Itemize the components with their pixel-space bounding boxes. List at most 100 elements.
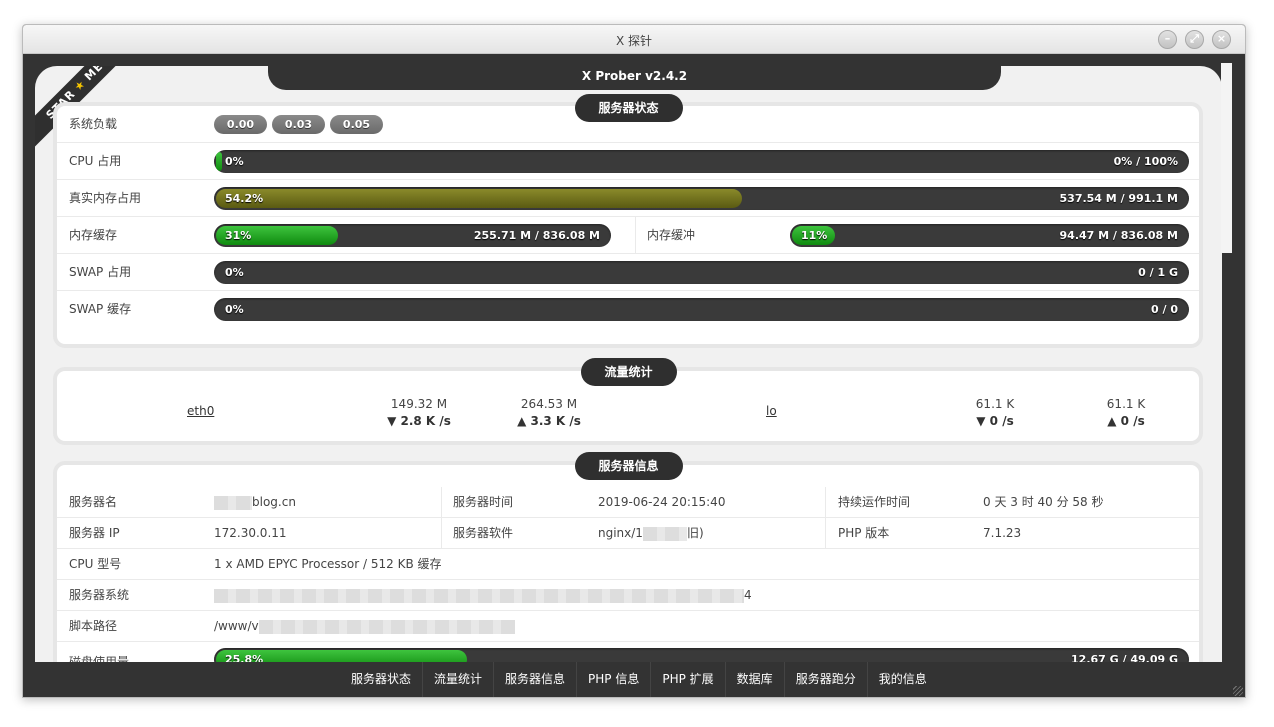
close-icon[interactable]: × bbox=[1212, 30, 1231, 49]
mem-real-bar: 54.2% 537.54 M / 991.1 M bbox=[214, 187, 1189, 210]
app-title: X Prober v2.4.2 bbox=[268, 66, 1001, 90]
redacted-block bbox=[214, 588, 744, 603]
mem-buffer-percent: 11% bbox=[801, 229, 828, 242]
nav-php-info[interactable]: PHP 信息 bbox=[577, 662, 652, 697]
swap-used-row: SWAP 占用 0% 0 / 1 G bbox=[57, 254, 1199, 291]
mem-real-value: 537.54 M / 991.1 M bbox=[1059, 192, 1178, 205]
mem-cache-bar: 31% 255.71 M / 836.08 M bbox=[214, 224, 611, 247]
server-ip-value: 172.30.0.11 bbox=[214, 526, 287, 540]
lo-rx-total: 61.1 K bbox=[975, 397, 1015, 411]
load-15min-badge: 0.05 bbox=[330, 115, 383, 134]
info-row-1: 服务器名 blog.cn 服务器时间 2019-06-24 20:15:40 持… bbox=[57, 487, 1199, 518]
info-row-2: 服务器 IP 172.30.0.11 服务器软件 nginx/1 旧) PHP 版… bbox=[57, 518, 1199, 549]
server-name-text: blog.cn bbox=[252, 495, 296, 509]
cpu-value: 0% / 100% bbox=[1113, 155, 1178, 168]
swap-used-value: 0 / 1 G bbox=[1138, 266, 1178, 279]
bottom-nav: 服务器状态 流量统计 服务器信息 PHP 信息 PHP 扩展 数据库 服务器跑分… bbox=[23, 662, 1245, 697]
mem-buffer-label: 内存缓冲 bbox=[647, 228, 696, 242]
window-title: X 探针 bbox=[615, 34, 653, 48]
nav-network[interactable]: 流量统计 bbox=[423, 662, 495, 697]
row-divider bbox=[635, 217, 636, 253]
title-bar[interactable]: X 探针 – ⤢ × bbox=[23, 25, 1245, 54]
redacted-block bbox=[214, 495, 252, 510]
server-time-label: 服务器时间 bbox=[453, 495, 514, 509]
eth0-link[interactable]: eth0 bbox=[187, 404, 214, 418]
server-software-value: nginx/1 旧) bbox=[598, 518, 704, 548]
nav-server-info[interactable]: 服务器信息 bbox=[494, 662, 578, 697]
server-status-card: 系统负载 0.00 0.03 0.05 CPU 占用 0% 0% / 100% … bbox=[53, 102, 1203, 348]
app-window: X 探针 – ⤢ × X Prober v2.4.2 STAR★ME 服务器状态… bbox=[22, 24, 1246, 698]
info-row-5: 脚本路径 /www/v bbox=[57, 611, 1199, 642]
cpu-row: CPU 占用 0% 0% / 100% bbox=[57, 143, 1199, 180]
mem-real-percent: 54.2% bbox=[225, 192, 264, 205]
ribbon-me-text: ME bbox=[82, 66, 106, 84]
disk-value: 12.67 G / 49.09 G bbox=[1071, 653, 1178, 662]
col-divider bbox=[441, 518, 442, 548]
lo-tx-total: 61.1 K bbox=[1106, 397, 1146, 411]
disk-percent: 25.8% bbox=[225, 653, 264, 662]
server-info-card: 服务器名 blog.cn 服务器时间 2019-06-24 20:15:40 持… bbox=[53, 461, 1203, 662]
uptime-value: 0 天 3 时 40 分 58 秒 bbox=[983, 495, 1104, 509]
col-divider bbox=[825, 518, 826, 548]
script-path-value: /www/v bbox=[214, 611, 515, 641]
mem-cache-percent: 31% bbox=[225, 229, 252, 242]
server-software-label: 服务器软件 bbox=[453, 526, 514, 540]
eth0-rx-rate: ▼ 2.8 K /s bbox=[387, 414, 451, 428]
cpu-model-label: CPU 型号 bbox=[69, 557, 122, 571]
nav-php-extensions[interactable]: PHP 扩展 bbox=[651, 662, 726, 697]
redacted-block bbox=[642, 526, 687, 541]
os-suffix: 4 bbox=[744, 588, 752, 602]
nav-benchmark[interactable]: 服务器跑分 bbox=[785, 662, 868, 697]
swap-cache-percent: 0% bbox=[225, 303, 244, 316]
server-software-suffix: 旧) bbox=[686, 526, 704, 540]
mem-cache-row: 内存缓存 31% 255.71 M / 836.08 M 内存缓冲 11% 94… bbox=[57, 217, 1199, 254]
server-info-title: 服务器信息 bbox=[574, 452, 683, 480]
script-path-prefix: /www/v bbox=[214, 619, 259, 633]
server-name-label: 服务器名 bbox=[69, 495, 118, 509]
server-time-value: 2019-06-24 20:15:40 bbox=[598, 495, 726, 509]
php-version-value: 7.1.23 bbox=[983, 526, 1022, 540]
resize-grip-icon[interactable] bbox=[1233, 686, 1243, 696]
col-divider bbox=[441, 487, 442, 517]
os-label: 服务器系统 bbox=[69, 588, 130, 602]
uptime-label: 持续运作时间 bbox=[838, 495, 911, 509]
nav-items: 服务器状态 流量统计 服务器信息 PHP 信息 PHP 扩展 数据库 服务器跑分… bbox=[340, 662, 938, 697]
server-ip-label: 服务器 IP bbox=[69, 526, 120, 540]
swap-used-label: SWAP 占用 bbox=[69, 265, 132, 279]
nav-database[interactable]: 数据库 bbox=[726, 662, 785, 697]
server-software-prefix: nginx/1 bbox=[598, 526, 643, 540]
mem-real-bar-fill bbox=[216, 189, 743, 208]
scrollbar[interactable] bbox=[1221, 63, 1232, 253]
os-value: 4 bbox=[214, 580, 752, 610]
eth0-rx-total: 149.32 M bbox=[390, 397, 448, 411]
load-label: 系统负载 bbox=[69, 117, 118, 131]
col-divider bbox=[825, 487, 826, 517]
eth0-tx-rate: ▲ 3.3 K /s bbox=[517, 414, 581, 428]
php-version-label: PHP 版本 bbox=[838, 526, 890, 540]
swap-cache-value: 0 / 0 bbox=[1151, 303, 1178, 316]
lo-rx-rate: ▼ 0 /s bbox=[976, 414, 1014, 428]
info-row-3: CPU 型号 1 x AMD EPYC Processor / 512 KB 缓… bbox=[57, 549, 1199, 580]
disk-row: 磁盘使用量 25.8% 12.67 G / 49.09 G bbox=[57, 642, 1199, 662]
load-1min-badge: 0.00 bbox=[214, 115, 267, 134]
mem-buffer-bar: 11% 94.47 M / 836.08 M bbox=[790, 224, 1189, 247]
mem-buffer-value: 94.47 M / 836.08 M bbox=[1059, 229, 1178, 242]
load-5min-badge: 0.03 bbox=[272, 115, 325, 134]
eth0-tx-total: 264.53 M bbox=[520, 397, 578, 411]
swap-used-percent: 0% bbox=[225, 266, 244, 279]
maximize-icon[interactable]: ⤢ bbox=[1185, 30, 1204, 49]
star-icon: ★ bbox=[71, 76, 89, 94]
server-status-title: 服务器状态 bbox=[574, 94, 683, 122]
minimize-icon[interactable]: – bbox=[1158, 30, 1177, 49]
cpu-percent: 0% bbox=[225, 155, 244, 168]
mem-real-label: 真实内存占用 bbox=[69, 191, 142, 205]
cpu-bar: 0% 0% / 100% bbox=[214, 150, 1189, 173]
nav-server-status[interactable]: 服务器状态 bbox=[340, 662, 424, 697]
network-title: 流量统计 bbox=[580, 358, 677, 386]
nav-my-info[interactable]: 我的信息 bbox=[868, 662, 938, 697]
cpu-bar-fill bbox=[216, 152, 222, 171]
swap-cache-row: SWAP 缓存 0% 0 / 0 bbox=[57, 291, 1199, 328]
lo-link[interactable]: lo bbox=[766, 404, 777, 418]
mem-cache-label: 内存缓存 bbox=[69, 228, 118, 242]
info-row-4: 服务器系统 4 bbox=[57, 580, 1199, 611]
